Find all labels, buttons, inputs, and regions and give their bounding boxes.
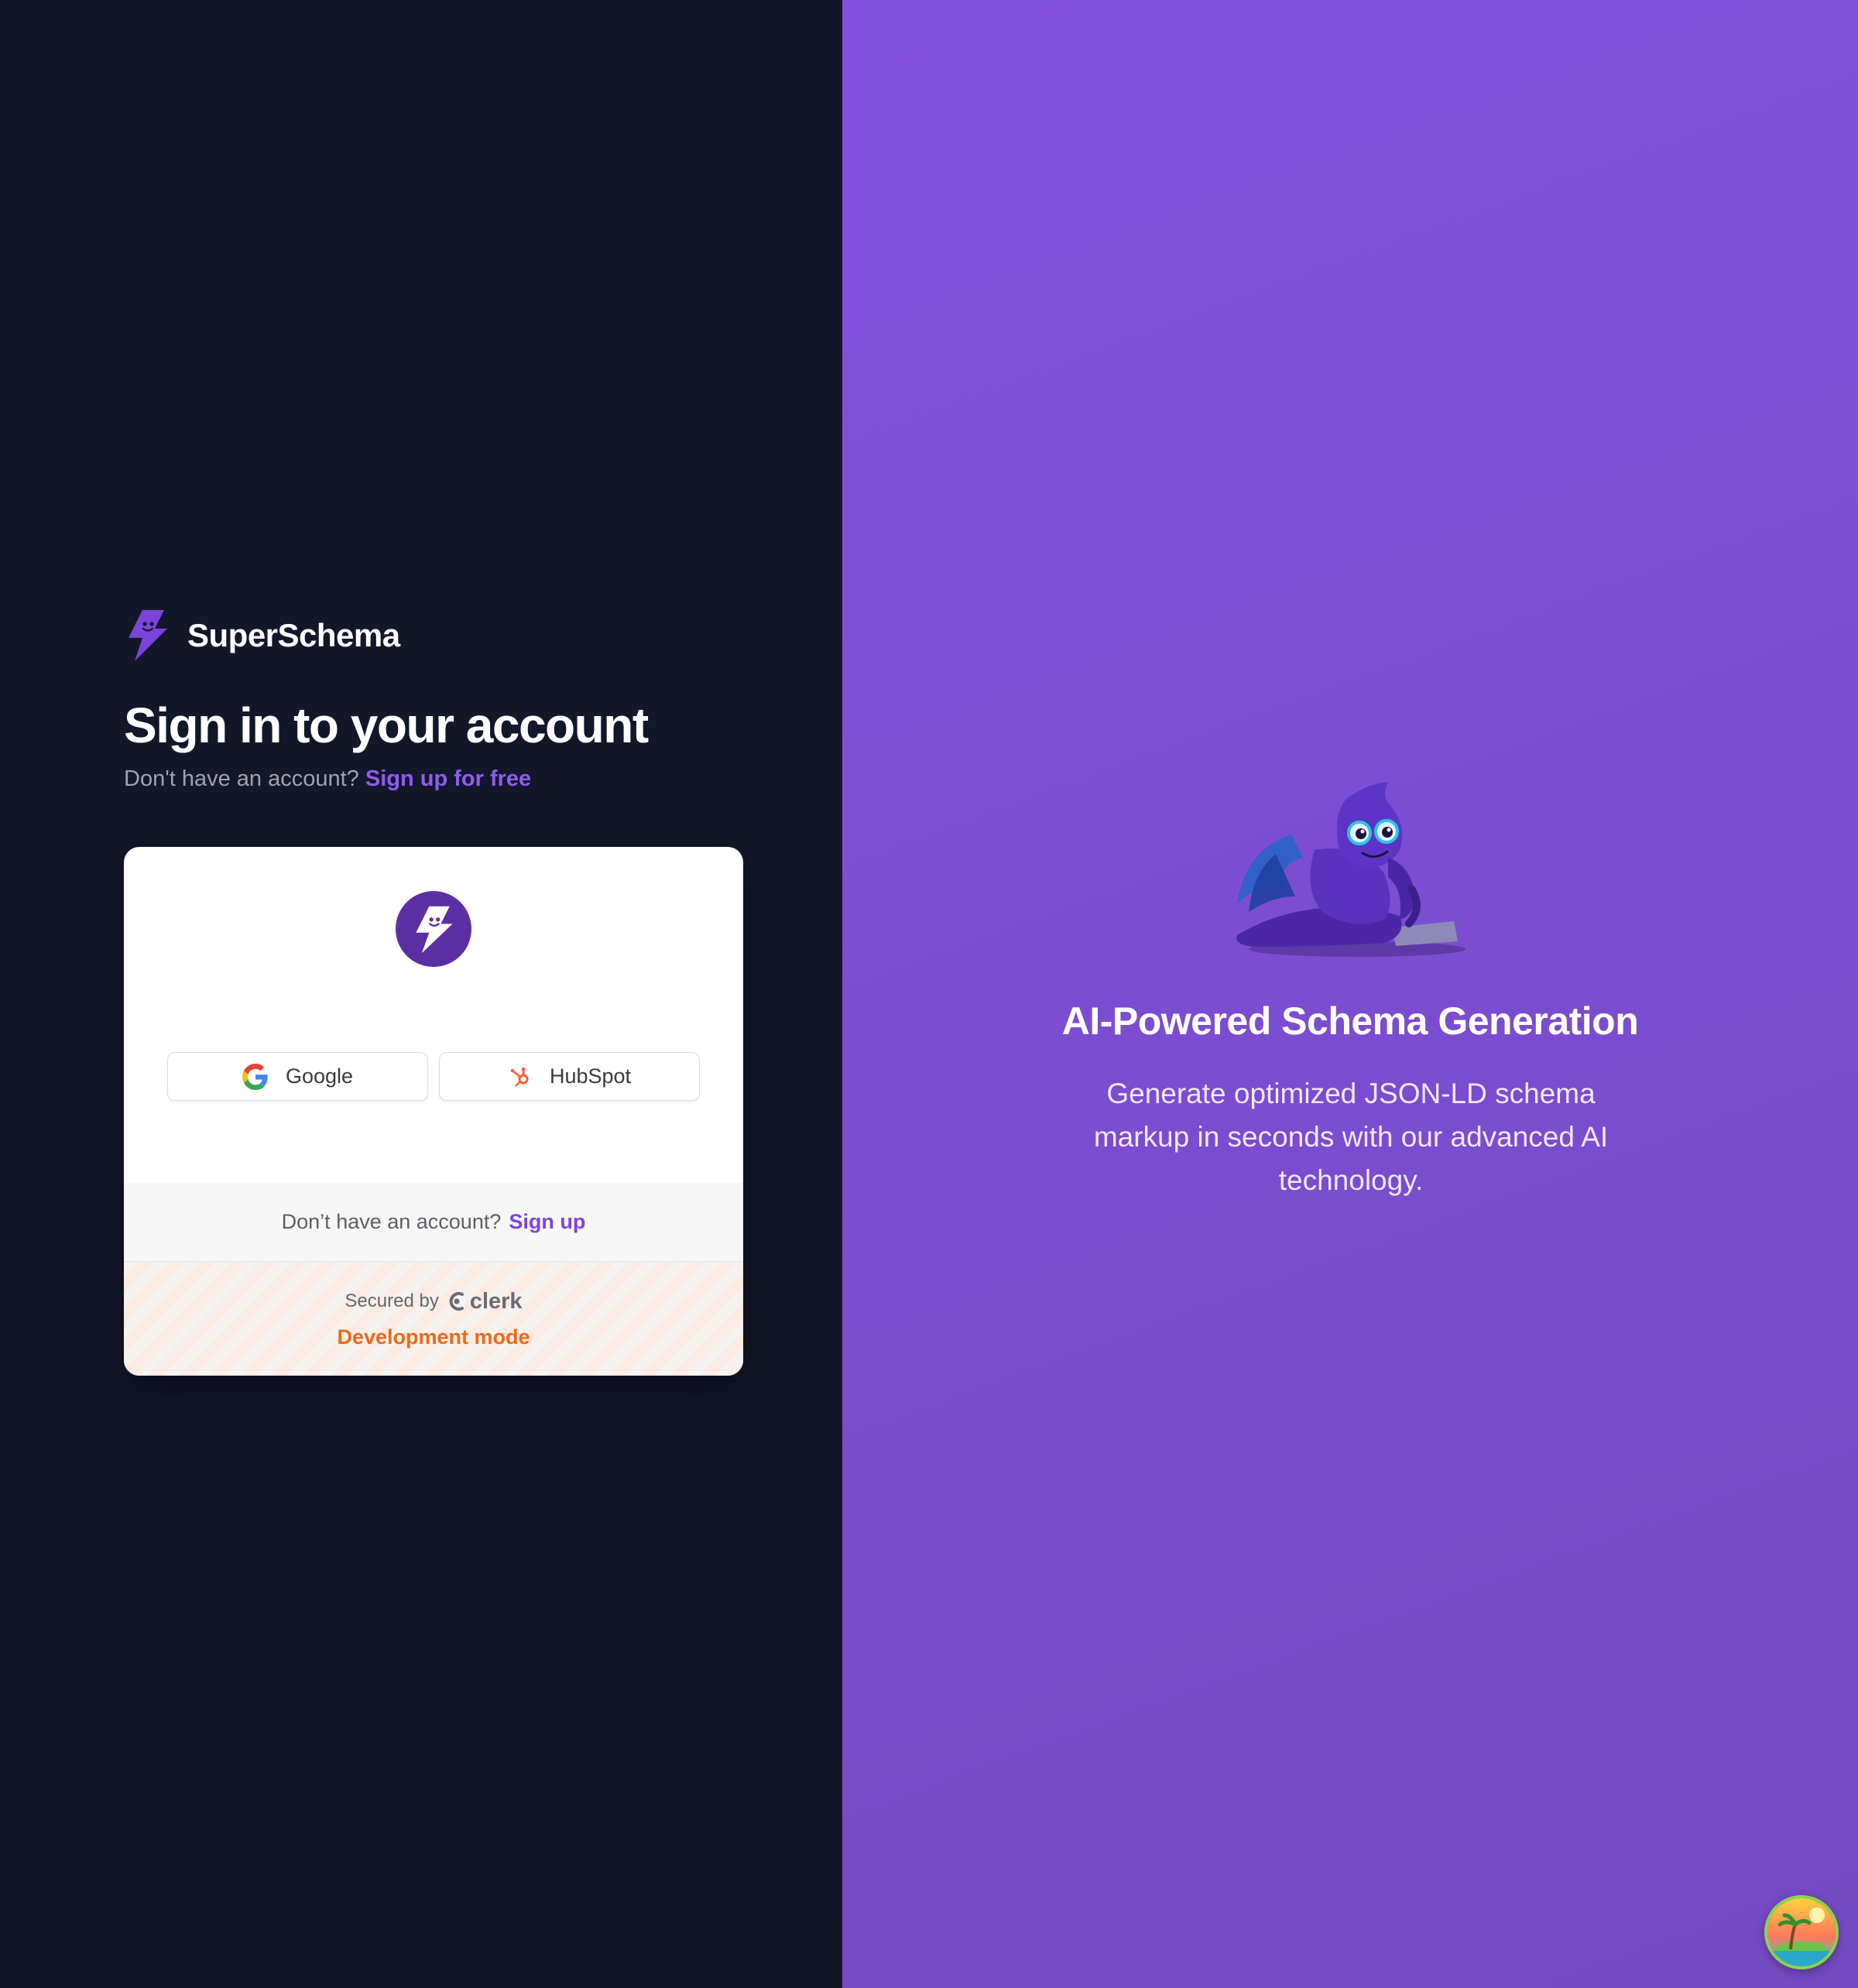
promo-title: AI-Powered Schema Generation	[1061, 999, 1639, 1043]
google-icon	[242, 1063, 268, 1090]
footer-signup-link[interactable]: Sign up	[509, 1210, 585, 1234]
footer-signup: Don’t have an account? Sign up	[124, 1183, 743, 1262]
mascot-illustration	[1236, 782, 1465, 957]
right-panel	[842, 0, 1858, 1988]
brand-name: SuperSchema	[187, 617, 400, 653]
secured-by-section: Secured by clerk Development mode	[124, 1262, 743, 1376]
signup-free-link[interactable]: Sign up for free	[365, 766, 531, 791]
lightning-logo-icon	[129, 610, 167, 661]
secured-by-text: Secured by	[345, 1290, 439, 1311]
island-icon	[1767, 1898, 1836, 1966]
brand-header: SuperSchema	[124, 608, 400, 663]
promo-description: Generate optimized JSON-LD schema markup…	[1093, 1078, 1609, 1196]
lightning-logo-icon	[416, 906, 453, 954]
no-account-text: Don't have an account?	[124, 766, 359, 791]
clerk-brand-text: clerk	[469, 1288, 523, 1314]
left-panel: SuperSchema Sign in to your account Don'…	[0, 0, 842, 1988]
google-signin-button[interactable]: Google	[167, 1052, 428, 1101]
island-widget-button[interactable]	[1764, 1895, 1839, 1969]
hubspot-icon	[510, 1067, 529, 1087]
hubspot-label: HubSpot	[549, 1064, 632, 1088]
signup-prompt: Don't have an account? Sign up for free	[124, 766, 531, 792]
clerk-logo[interactable]: clerk	[447, 1289, 523, 1314]
signin-card: Google HubSpot Don’t have an account? Si…	[124, 847, 743, 1376]
sso-buttons: Google HubSpot	[167, 1052, 700, 1101]
clerk-icon	[449, 1292, 464, 1311]
card-footer: Don’t have an account? Sign up Secured b…	[124, 1183, 743, 1376]
secured-by: Secured by clerk	[345, 1289, 522, 1314]
hubspot-signin-button[interactable]: HubSpot	[439, 1052, 700, 1101]
development-mode-badge: Development mode	[337, 1325, 530, 1349]
card-logo	[396, 891, 471, 967]
page-title: Sign in to your account	[124, 698, 649, 753]
footer-question: Don’t have an account?	[281, 1210, 502, 1233]
google-label: Google	[285, 1064, 354, 1088]
